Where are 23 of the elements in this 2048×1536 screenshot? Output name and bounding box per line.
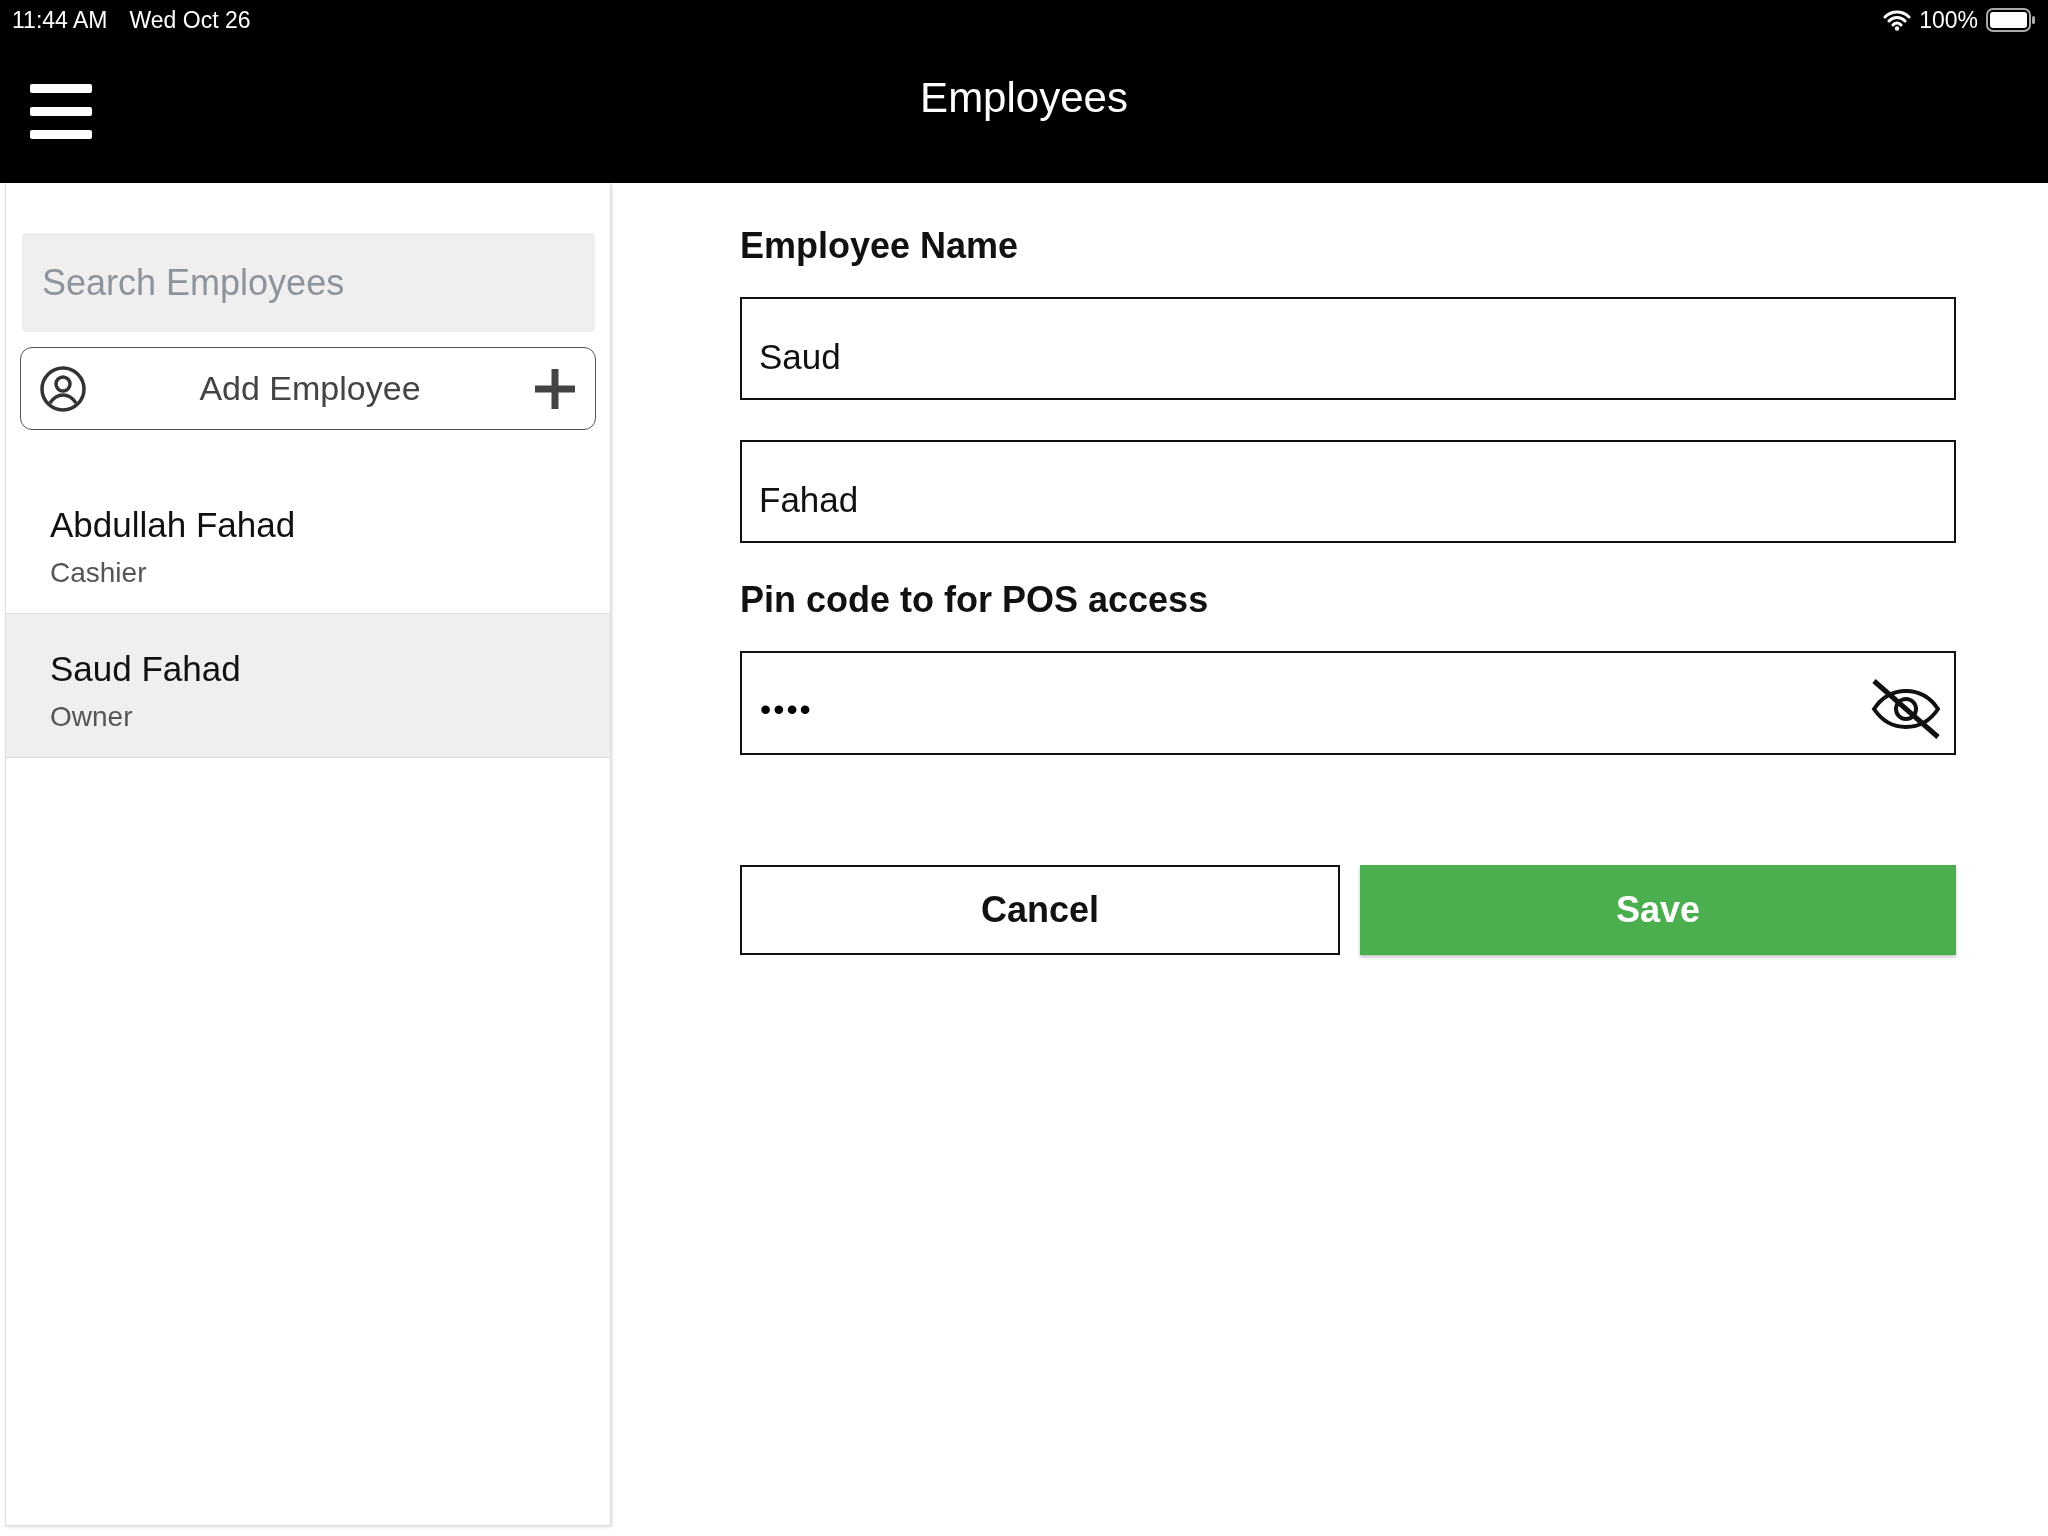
last-name-field[interactable]: Fahad — [740, 440, 1956, 543]
employee-list-item[interactable]: Saud Fahad Owner — [6, 614, 610, 758]
employee-role: Cashier — [50, 556, 148, 589]
cancel-button[interactable]: Cancel — [740, 865, 1340, 955]
field-label: Employee Name — [740, 225, 1020, 267]
user-circle-icon — [39, 364, 87, 413]
status-time: 11:44 AM — [12, 6, 108, 34]
page-title: Employees — [920, 74, 1128, 122]
plus-icon — [533, 366, 577, 411]
employee-name: Saud Fahad — [50, 648, 242, 689]
battery-percent: 100% — [1919, 6, 1978, 34]
wifi-icon — [1883, 9, 1912, 31]
employee-role: Owner — [50, 700, 134, 733]
add-employee-button[interactable]: Add Employee — [20, 347, 596, 430]
search-field[interactable]: Search Employees — [22, 233, 595, 332]
employee-list-item[interactable]: Abdullah Fahad Cashier — [6, 470, 610, 614]
first-name-field[interactable]: Saud — [740, 297, 1956, 400]
battery-icon — [1986, 8, 2036, 32]
field-label: Pin code to for POS access — [740, 579, 1210, 621]
menu-icon[interactable] — [30, 83, 92, 140]
employee-name: Abdullah Fahad — [50, 504, 297, 545]
pin-field[interactable]: •••• — [740, 651, 1956, 755]
status-date: Wed Oct 26 — [129, 6, 251, 34]
